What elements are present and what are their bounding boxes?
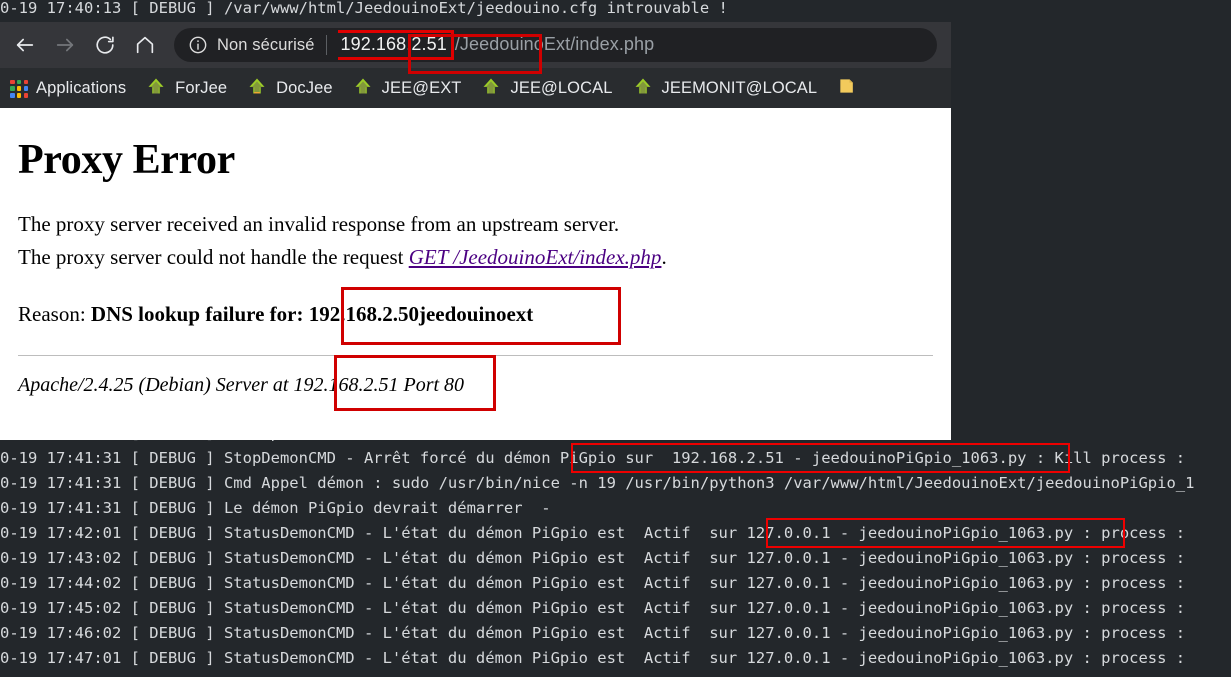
jeedom-arrow-icon [353,76,373,101]
jeedom-arrow-icon [481,76,501,101]
terminal-log-line: 0-19 17:42:01 [ DEBUG ] StatusDemonCMD -… [0,524,1186,542]
apache-suffix: Port 80 [398,374,465,396]
site-security-indicator[interactable]: Non sécurisé [188,35,315,55]
bookmark-applications[interactable]: Applications [10,79,126,98]
error-reason: Reason: DNS lookup failure for: 192.168.… [18,300,933,329]
bookmark-label: Applications [36,78,127,97]
terminal-log-line: 0-19 17:40:13 [ DEBUG ] /var/www/html/Je… [0,0,728,17]
omnibox-divider [325,35,327,55]
reason-value: 192.168.2.50jeedouinoext [308,302,534,326]
request-suffix: . [661,245,667,269]
terminal-log-line: 0-19 17:41:31 [ DEBUG ] Cmd Appel démon … [0,474,1195,492]
browser-window: Non sécurisé 192.168.2.51/JeedouinoExt/i… [0,22,951,440]
home-icon[interactable] [128,28,162,62]
apache-prefix: Apache/2.4.25 (Debian) Server at [18,374,294,396]
folder-icon [837,76,857,101]
back-icon[interactable] [8,28,42,62]
bookmark-label: JEE@LOCAL [510,78,613,97]
url-text[interactable]: 192.168.2.51/JeedouinoExt/index.php [337,30,924,60]
forward-icon[interactable] [48,28,82,62]
bookmarks-bar: Applications ForJee DocJee JEE@EXT JEE@L… [0,68,951,108]
jeedom-arrow-icon [247,76,267,101]
bookmark-folder[interactable] [837,76,866,101]
terminal-log-line: 0-19 17:44:02 [ DEBUG ] StatusDemonCMD -… [0,574,1186,592]
security-label: Non sécurisé [217,35,315,54]
terminal-log-line: 0-19 17:41:31 [ DEBUG ] Le démon PiGpio … [0,499,551,517]
apps-grid-icon [10,79,29,98]
terminal-log-line: 0-19 17:45:02 [ DEBUG ] StatusDemonCMD -… [0,599,1186,617]
bookmark-jeemonit-local[interactable]: JEEMONIT@LOCAL [633,76,818,101]
bookmark-forjee[interactable]: ForJee [146,76,227,101]
browser-toolbar: Non sécurisé 192.168.2.51/JeedouinoExt/i… [0,22,951,68]
page-title: Proxy Error [18,137,235,183]
bookmark-label: JEEMONIT@LOCAL [661,78,818,97]
error-description-line1: The proxy server received an invalid res… [18,212,620,236]
request-link[interactable]: GET /JeedouinoExt/index.php [409,245,662,269]
page-viewport: Proxy Error The proxy server received an… [0,108,951,440]
info-icon [189,36,207,54]
bookmark-jee-ext[interactable]: JEE@EXT [353,76,462,101]
bookmark-jee-local[interactable]: JEE@LOCAL [481,76,612,101]
jeedom-arrow-icon [146,76,166,101]
terminal-log-line: 0-19 17:46:02 [ DEBUG ] StatusDemonCMD -… [0,624,1186,642]
url-path: /JeedouinoExt/index.php [454,34,655,55]
apache-host: 192.168.2.51 [293,374,399,396]
bookmark-docjee[interactable]: DocJee [247,76,333,101]
bookmark-label: ForJee [175,78,228,97]
reload-icon[interactable] [88,28,122,62]
terminal-log-line: 0-19 17:47:01 [ DEBUG ] StatusDemonCMD -… [0,649,1186,667]
url-host: 192.168.2.51 [337,30,454,60]
jeedom-arrow-icon [633,76,653,101]
error-description-line2: The proxy server could not handle the re… [18,243,933,272]
apache-signature: Apache/2.4.25 (Debian) Server at 192.168… [18,374,933,397]
address-bar[interactable]: Non sécurisé 192.168.2.51/JeedouinoExt/i… [174,28,937,62]
bookmark-label: JEE@EXT [381,78,462,97]
page-left-margin [0,108,8,440]
reason-bold: DNS lookup failure for: [90,302,309,326]
bookmark-label: DocJee [276,78,333,97]
terminal-log-line: 0-19 17:41:31 [ DEBUG ] StopDemonCMD - A… [0,449,1186,467]
reason-label: Reason: [18,302,91,326]
page-divider [18,355,933,356]
request-prefix: The proxy server could not handle the re… [18,245,409,269]
terminal-log-line: 0-19 17:43:02 [ DEBUG ] StatusDemonCMD -… [0,549,1186,567]
